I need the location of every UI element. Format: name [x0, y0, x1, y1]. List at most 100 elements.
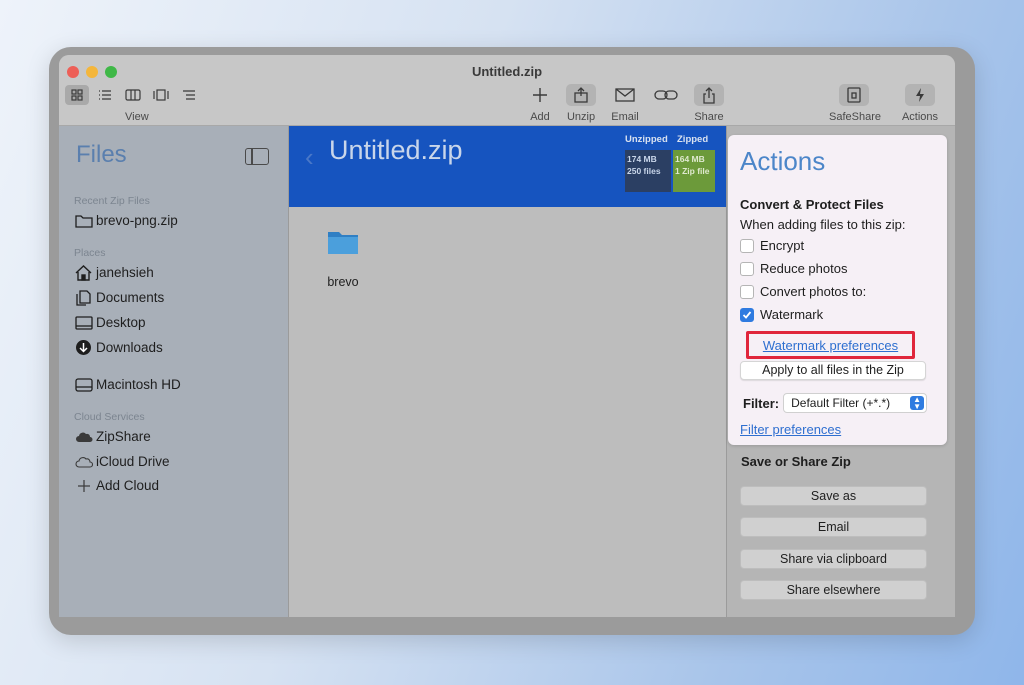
icon-view-button[interactable] [65, 85, 89, 105]
sidebar-item-recent-zip[interactable]: brevo-png.zip [74, 212, 178, 229]
unzip-label: Unzip [566, 111, 596, 123]
share-button[interactable]: Share [684, 84, 734, 123]
zipshare-icon [74, 428, 93, 445]
list-icon [99, 90, 111, 100]
link-icon [651, 84, 681, 106]
window-title: Untitled.zip [471, 64, 543, 79]
column-view-button[interactable] [121, 85, 145, 105]
zipped-count: 1 Zip file [675, 166, 710, 176]
checkbox-label: Watermark [760, 307, 824, 322]
titlebar: Untitled.zip View Add Unzip Email Share … [59, 55, 955, 126]
save-as-button[interactable]: Save as [740, 486, 927, 506]
encrypt-checkbox[interactable]: Encrypt [740, 238, 804, 253]
sidebar-item-label: Desktop [96, 315, 146, 330]
zipped-size: 164 MB [675, 154, 705, 164]
convert-protect-subtitle: When adding files to this zip: [740, 217, 906, 232]
actions-button[interactable]: Actions [895, 84, 945, 123]
sidebar-item-label: iCloud Drive [96, 454, 170, 469]
outline-list-icon [183, 90, 195, 100]
checkbox-label: Encrypt [760, 238, 805, 253]
sidebar-item-downloads[interactable]: Downloads [74, 339, 163, 356]
checkbox-box [740, 284, 754, 299]
recent-zip-heading: Recent Zip Files [74, 195, 150, 207]
folder-item-brevo[interactable]: brevo [323, 229, 363, 289]
sidebar-item-label: brevo-png.zip [96, 213, 178, 228]
checkbox-box [740, 261, 754, 276]
convert-protect-heading: Convert & Protect Files [740, 197, 884, 212]
zipped-heading: Zipped [677, 134, 709, 145]
gallery-view-button[interactable] [149, 85, 173, 105]
actions-title: Actions [740, 146, 826, 176]
zip-name-title: Untitled.zip [329, 135, 463, 165]
filter-row: Filter: Default Filter (+*.*) ▲ ▼ [743, 393, 928, 413]
sidebar-item-label: Documents [96, 290, 165, 305]
updown-chevron-icon: ▲ ▼ [910, 396, 925, 411]
filter-label: Filter: [743, 395, 780, 411]
watermark-preferences-link[interactable]: Watermark preferences [763, 338, 898, 353]
safeshare-button[interactable]: SafeShare [829, 84, 881, 123]
reduce-photos-checkbox[interactable]: Reduce photos [740, 261, 847, 276]
email-label: Email [611, 111, 639, 123]
checkbox-label: Reduce photos [760, 261, 848, 276]
envelope-icon [610, 84, 640, 106]
safeshare-label: SafeShare [829, 111, 881, 123]
checkbox-label: Convert photos to: [760, 284, 867, 299]
filter-preferences-link[interactable]: Filter preferences [740, 422, 841, 437]
email-zip-button[interactable]: Email [740, 517, 927, 537]
icloud-icon [74, 453, 93, 470]
checkbox-box [740, 238, 754, 253]
list-view-button[interactable] [93, 85, 117, 105]
unzipped-heading: Unzipped [625, 134, 668, 145]
view-label: View [125, 111, 149, 123]
unzip-button[interactable]: Unzip [556, 84, 606, 123]
zip-header-banner: ‹ Untitled.zip Unzipped Zipped 174 MB 25… [289, 126, 727, 207]
grid-icon [71, 89, 83, 101]
filter-select[interactable]: Default Filter (+*.*) ▲ ▼ [783, 393, 928, 413]
plus-icon [525, 84, 555, 106]
actions-label: Actions [901, 111, 939, 123]
folder-label: brevo [327, 275, 359, 289]
columns-icon [125, 89, 141, 101]
outline-view-button[interactable] [177, 85, 201, 105]
save-share-heading: Save or Share Zip [741, 454, 851, 469]
sidebar-title: Files [76, 141, 127, 168]
unzipped-count: 250 files [627, 166, 661, 176]
sidebar-item-home[interactable]: janehsieh [74, 264, 154, 281]
lightning-icon [905, 84, 935, 106]
disk-icon [74, 376, 93, 393]
convert-photos-checkbox[interactable]: Convert photos to: [740, 284, 866, 299]
sidebar-item-desktop[interactable]: Desktop [74, 314, 146, 331]
folder-icon [74, 212, 93, 229]
share-label: Share [694, 111, 724, 123]
plus-icon [74, 477, 93, 494]
sidebar-item-icloud[interactable]: iCloud Drive [74, 453, 170, 470]
sidebar-item-label: Downloads [96, 340, 163, 355]
places-heading: Places [74, 247, 106, 259]
watermark-preferences-highlight: Watermark preferences [746, 331, 915, 359]
apply-to-all-button[interactable]: Apply to all files in the Zip [740, 361, 926, 380]
sidebar-item-documents[interactable]: Documents [74, 289, 164, 306]
unzipped-stats: 174 MB 250 files [625, 150, 671, 192]
sidebar-item-label: ZipShare [96, 429, 151, 444]
share-elsewhere-button[interactable]: Share elsewhere [740, 580, 927, 600]
zip-content-pane: ‹ Untitled.zip Unzipped Zipped 174 MB 25… [288, 126, 727, 617]
unzip-icon [566, 84, 596, 106]
documents-icon [74, 289, 93, 306]
sidebar-item-zipshare[interactable]: ZipShare [74, 428, 151, 445]
watermark-checkbox[interactable]: Watermark [740, 307, 823, 322]
home-icon [74, 264, 93, 281]
checkmark-icon [740, 307, 754, 322]
sidebar-item-label: janehsieh [96, 265, 154, 280]
sidebar-item-add-cloud[interactable]: Add Cloud [74, 477, 159, 494]
share-clipboard-button[interactable]: Share via clipboard [740, 549, 927, 569]
gallery-icon [153, 89, 169, 101]
zipped-stats: 164 MB 1 Zip file [673, 150, 715, 192]
sidebar-item-label: Add Cloud [96, 478, 160, 493]
sidebar-toggle-icon[interactable] [245, 148, 269, 165]
share-icon [694, 84, 724, 106]
sidebar-item-macintosh-hd[interactable]: Macintosh HD [74, 376, 181, 393]
sidebar-item-label: Macintosh HD [96, 377, 181, 392]
filter-select-value: Default Filter (+*.*) [791, 396, 891, 410]
back-chevron-icon[interactable]: ‹ [305, 142, 314, 173]
view-mode-group [65, 85, 201, 105]
